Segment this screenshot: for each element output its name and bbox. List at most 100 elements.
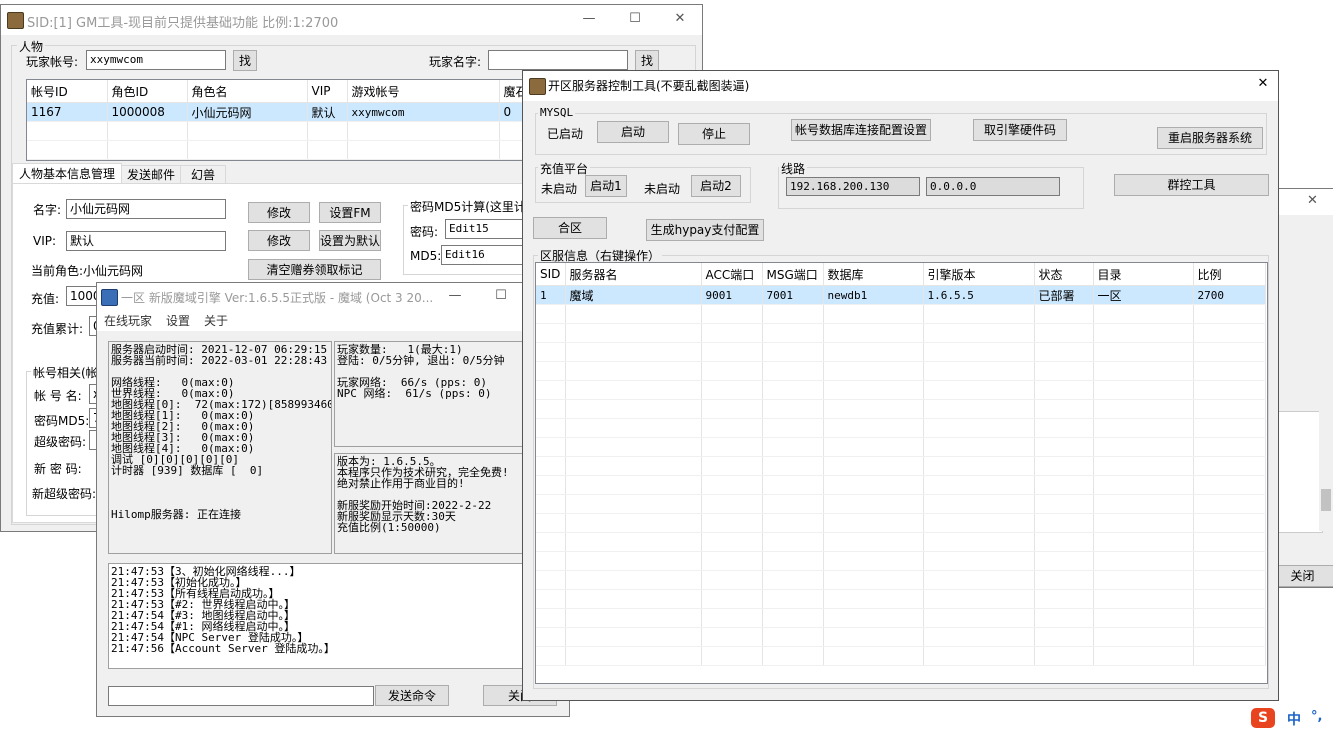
account-input[interactable]: xxymwcom [86, 50, 226, 70]
acct-field-label: 帐 号 名: [34, 389, 82, 403]
minimize-icon[interactable]: — [447, 288, 463, 304]
cell: 1.6.5.5 [923, 285, 1035, 305]
start1-button[interactable]: 启动1 [585, 175, 627, 197]
cell: 已部署 [1034, 285, 1094, 305]
cell: 1167 [27, 102, 108, 122]
md5-input[interactable]: Edit16 [441, 245, 525, 265]
md5-pwd-input[interactable]: Edit15 [445, 219, 525, 239]
restart-system-button[interactable]: 重启服务器系统 [1157, 127, 1263, 149]
cell: 7001 [762, 285, 824, 305]
engine-icon [101, 289, 118, 306]
col-header[interactable]: 游戏帐号 [347, 80, 500, 103]
col-header[interactable]: 角色ID [107, 80, 188, 103]
find-name-button[interactable]: 找 [635, 50, 659, 71]
cell: 默认 [307, 102, 348, 122]
table-row[interactable]: 1 魔域 9001 7001 newdb1 1.6.5.5 已部署 一区 270… [536, 285, 1266, 305]
name-input[interactable] [488, 50, 628, 70]
modify-name-button[interactable]: 修改 [248, 202, 310, 223]
ime-mode[interactable]: 中 [1287, 709, 1301, 729]
maximize-icon[interactable]: ☐ [493, 288, 509, 304]
col-header[interactable]: 角色名 [187, 80, 308, 103]
sogou-logo-icon[interactable]: S [1251, 708, 1275, 728]
gm-title: SID:[1] GM工具-现目前只提供基础功能 比例:1:2700 [27, 16, 339, 31]
col-header[interactable]: 帐号ID [27, 80, 108, 103]
engine-titlebar[interactable]: 一区 新版魔域引擎 Ver:1.6.5.5正式版 - 魔域 (Oct 3 20.… [97, 283, 569, 311]
tab-pets[interactable]: 幻兽 [180, 165, 226, 185]
platform1-status: 未启动 [541, 182, 578, 196]
merge-zone-button[interactable]: 合区 [533, 217, 607, 239]
engine-title: 一区 新版魔域引擎 Ver:1.6.5.5正式版 - 魔域 (Oct 3 20.… [121, 291, 434, 305]
md5-label: MD5: [410, 249, 442, 263]
ime-toolbar[interactable]: S 中 °, [1249, 708, 1333, 729]
acct-field-label: 新超级密码: [32, 487, 97, 501]
version-info-panel: 版本为: 1.6.5.5。 本程序只作为技术研究，完全免费! 绝对禁止作用于商业… [334, 453, 524, 554]
find-account-button[interactable]: 找 [233, 50, 257, 71]
ip1-field[interactable]: 192.168.200.130 [786, 177, 920, 196]
start2-button[interactable]: 启动2 [691, 175, 741, 197]
minimize-icon[interactable]: — [581, 11, 597, 27]
group-control-button[interactable]: 群控工具 [1114, 174, 1269, 196]
hypay-config-button[interactable]: 生成hypay支付配置 [646, 219, 764, 241]
recharge-label: 充值: [31, 292, 60, 306]
event-log-panel: 21:47:53【3、初始化网络线程...】 21:47:53【初始化成功。】 … [108, 563, 524, 669]
mysql-start-button[interactable]: 启动 [597, 121, 669, 143]
col-header[interactable]: ACC端口 [701, 263, 763, 286]
set-fm-button[interactable]: 设置FM [319, 202, 381, 223]
line-group-title: 线路 [779, 160, 808, 177]
command-input[interactable] [108, 686, 374, 706]
maximize-icon[interactable]: ☐ [627, 11, 643, 27]
md5-pwd-label: 密码: [410, 225, 439, 239]
db-config-button[interactable]: 帐号数据库连接配置设置 [791, 119, 931, 141]
cell: 2700 [1193, 285, 1266, 305]
tab-send-mail[interactable]: 发送邮件 [121, 165, 181, 185]
mysql-group-title: MYSQL [538, 106, 576, 119]
engine-window: 一区 新版魔域引擎 Ver:1.6.5.5正式版 - 魔域 (Oct 3 20.… [96, 282, 570, 717]
account-group-title: 帐号相关(帐 [31, 364, 100, 381]
cell: 1 [536, 285, 566, 305]
app-icon [7, 12, 24, 29]
cell: xxymwcom [347, 102, 500, 122]
app-icon [529, 78, 546, 95]
col-header[interactable]: MSG端口 [762, 263, 824, 286]
close-icon[interactable]: ✕ [672, 11, 688, 27]
platform2-status: 未启动 [644, 182, 681, 196]
control-title: 开区服务器控制工具(不要乱截图装逼) [548, 79, 750, 93]
cell: 魔域 [565, 285, 702, 305]
col-header[interactable]: 状态 [1034, 263, 1094, 286]
char-name-input[interactable]: 小仙元码网 [66, 199, 226, 219]
send-command-button[interactable]: 发送命令 [375, 685, 449, 706]
col-header[interactable]: 目录 [1093, 263, 1194, 286]
bg-close-button[interactable]: 关闭 [1271, 565, 1333, 587]
cell: newdb1 [823, 285, 924, 305]
col-header[interactable]: VIP [307, 80, 348, 103]
mysql-stop-button[interactable]: 停止 [678, 123, 750, 145]
modify-vip-button[interactable]: 修改 [248, 230, 310, 251]
menu-online-players[interactable]: 在线玩家 [104, 312, 152, 329]
set-default-button[interactable]: 设置为默认 [319, 230, 381, 251]
player-stats-text: 玩家数量: 1(最大:1) 登陆: 0/5分钟, 退出: 0/5分钟 玩家网络:… [337, 343, 505, 400]
close-icon[interactable]: ✕ [1307, 193, 1318, 208]
account-label: 玩家帐号: [26, 55, 79, 69]
gm-titlebar[interactable]: SID:[1] GM工具-现目前只提供基础功能 比例:1:2700 — ☐ ✕ [1, 5, 702, 35]
clear-gift-button[interactable]: 清空赠券领取标记 [248, 259, 381, 280]
zone-grid: SID 服务器名 ACC端口 MSG端口 数据库 引擎版本 状态 目录 比例 1… [536, 263, 1266, 666]
vip-input[interactable]: 默认 [66, 231, 226, 251]
cell: 小仙元码网 [187, 102, 308, 122]
hw-code-button[interactable]: 取引擎硬件码 [973, 119, 1067, 141]
menu-settings[interactable]: 设置 [166, 312, 190, 329]
col-header[interactable]: SID [536, 263, 566, 286]
col-header[interactable]: 比例 [1193, 263, 1266, 286]
ip2-field[interactable]: 0.0.0.0 [926, 177, 1060, 196]
col-header[interactable]: 数据库 [823, 263, 924, 286]
cell: 一区 [1093, 285, 1194, 305]
tab-basic-info[interactable]: 人物基本信息管理 [12, 163, 122, 184]
menu-about[interactable]: 关于 [204, 312, 228, 329]
close-icon[interactable]: ✕ [1255, 76, 1271, 92]
control-titlebar[interactable]: 开区服务器控制工具(不要乱截图装逼) ✕ [523, 71, 1278, 101]
punct-mode[interactable]: °, [1311, 709, 1322, 724]
col-header[interactable]: 服务器名 [565, 263, 702, 286]
scrollbar-thumb[interactable] [1321, 489, 1331, 511]
col-header[interactable]: 引擎版本 [923, 263, 1035, 286]
server-status-text: 服务器启动时间: 2021-12-07 06:29:15 服务器当前时间: 20… [111, 343, 332, 521]
cell: 1000008 [107, 102, 188, 122]
